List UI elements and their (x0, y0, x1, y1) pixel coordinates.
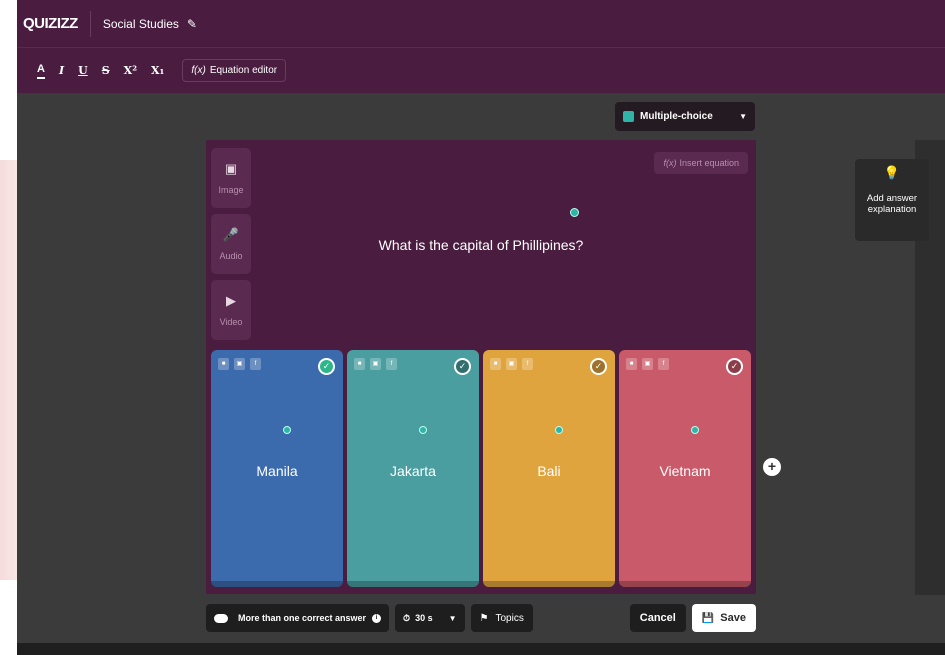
insert-equation-button[interactable]: f(x) Insert equation (654, 152, 748, 174)
grammarly-icon[interactable] (283, 426, 291, 434)
chevron-down-icon: ▼ (448, 613, 457, 623)
answer-tools: ■ ▣ f (490, 358, 533, 370)
answer-option-3[interactable]: ■ ▣ f ✓ Bali (483, 350, 615, 587)
add-option-button[interactable]: + (763, 458, 781, 476)
quizizz-logo[interactable]: QUIZIZZ (23, 15, 78, 32)
correct-check-icon[interactable]: ✓ (318, 358, 335, 375)
function-icon[interactable]: f (522, 358, 533, 370)
answer-label[interactable]: Vietnam (619, 463, 751, 479)
delete-icon[interactable]: ■ (626, 358, 637, 370)
add-explanation-button[interactable]: 💡 Add answer explanation (855, 159, 929, 241)
multi-correct-setting: More than one correct answer i (206, 604, 390, 632)
pencil-icon[interactable]: ✎ (187, 17, 197, 31)
video-label: Video (219, 317, 243, 327)
underline-button[interactable]: U (78, 64, 88, 77)
grammarly-icon[interactable] (570, 208, 579, 217)
topics-button[interactable]: ⚑ Topics (470, 604, 533, 632)
answer-options: ■ ▣ f ✓ Manila ■ ▣ f ✓ Jakarta ■ ▣ f ✓ B… (211, 350, 751, 587)
answer-label[interactable]: Manila (211, 463, 343, 479)
topics-label: Topics (495, 612, 524, 624)
add-image-button[interactable]: ▣ Image (211, 148, 251, 208)
tag-icon: ⚑ (479, 612, 489, 624)
subscript-button[interactable]: X₁ (151, 64, 164, 77)
image-icon[interactable]: ▣ (234, 358, 245, 370)
save-button[interactable]: 💾 Save (691, 604, 756, 632)
card-shadow (483, 581, 615, 587)
question-type-select[interactable]: Multiple-choice ▼ (615, 102, 755, 131)
image-label: Image (218, 185, 244, 195)
image-icon[interactable]: ▣ (506, 358, 517, 370)
timer-select[interactable]: ⏱ 30 s ▼ (395, 604, 465, 632)
top-bar: QUIZIZZ Social Studies ✎ (17, 0, 945, 47)
timer-icon: ⏱ (403, 612, 411, 623)
chevron-down-icon: ▼ (739, 112, 747, 121)
delete-icon[interactable]: ■ (354, 358, 365, 370)
card-shadow (211, 581, 343, 587)
multi-correct-label: More than one correct answer (238, 613, 367, 623)
correct-check-icon[interactable]: ✓ (590, 358, 607, 375)
function-icon: f(x) (191, 65, 206, 76)
question-settings-bar: More than one correct answer i ⏱ 30 s ▼ … (206, 604, 756, 632)
answer-option-4[interactable]: ■ ▣ f ✓ Vietnam (619, 350, 751, 587)
divider (89, 10, 91, 37)
add-explanation-label: Add answer explanation (866, 193, 918, 215)
image-icon[interactable]: ▣ (642, 358, 653, 370)
image-icon[interactable]: ▣ (370, 358, 381, 370)
multiple-choice-icon (623, 111, 634, 122)
question-editor: ▣ Image 🎤 Audio ▶ Video f(x) Insert equat… (206, 140, 756, 594)
text-color-button[interactable]: A (37, 63, 45, 79)
cancel-button[interactable]: Cancel (629, 604, 686, 632)
italic-button[interactable]: I (59, 64, 64, 77)
answer-tools: ■ ▣ f (354, 358, 397, 370)
strikethrough-button[interactable]: S (102, 64, 110, 77)
equation-editor-label: Equation editor (209, 65, 278, 76)
quiz-title: Social Studies (102, 16, 179, 31)
save-label: Save (720, 612, 746, 624)
correct-check-icon[interactable]: ✓ (726, 358, 743, 375)
function-icon: f(x) (663, 158, 677, 168)
lightbulb-icon: 💡 (883, 165, 901, 180)
question-text[interactable]: What is the capital of Phillipines? (206, 237, 756, 253)
function-icon[interactable]: f (658, 358, 669, 370)
answer-label[interactable]: Jakarta (347, 463, 479, 479)
grammarly-icon[interactable] (419, 426, 427, 434)
info-icon[interactable]: i (372, 613, 382, 623)
grammarly-icon[interactable] (555, 426, 563, 434)
answer-option-2[interactable]: ■ ▣ f ✓ Jakarta (347, 350, 479, 587)
bottom-strip (17, 643, 945, 655)
delete-icon[interactable]: ■ (490, 358, 501, 370)
answer-label[interactable]: Bali (483, 463, 615, 479)
answer-tools: ■ ▣ f (626, 358, 669, 370)
image-icon: ▣ (224, 161, 238, 176)
add-video-button[interactable]: ▶ Video (211, 280, 251, 340)
correct-check-icon[interactable]: ✓ (454, 358, 471, 375)
question-type-label: Multiple-choice (640, 111, 713, 122)
insert-equation-label: Insert equation (679, 158, 739, 168)
video-icon: ▶ (226, 293, 236, 308)
card-shadow (619, 581, 751, 587)
format-toolbar: A I U S X² X₁ f(x) Equation editor (17, 47, 945, 93)
delete-icon[interactable]: ■ (218, 358, 229, 370)
timer-value: 30 s (415, 613, 433, 623)
save-icon: 💾 (701, 612, 715, 624)
answer-tools: ■ ▣ f (218, 358, 261, 370)
function-icon[interactable]: f (386, 358, 397, 370)
grammarly-icon[interactable] (691, 426, 699, 434)
multi-correct-toggle[interactable] (214, 613, 228, 623)
superscript-button[interactable]: X² (124, 64, 137, 77)
function-icon[interactable]: f (250, 358, 261, 370)
card-shadow (347, 581, 479, 587)
equation-editor-button[interactable]: f(x) Equation editor (182, 59, 287, 82)
answer-option-1[interactable]: ■ ▣ f ✓ Manila (211, 350, 343, 587)
quiz-editor-app: QUIZIZZ Social Studies ✎ A I U S X² X₁ f… (17, 0, 945, 655)
